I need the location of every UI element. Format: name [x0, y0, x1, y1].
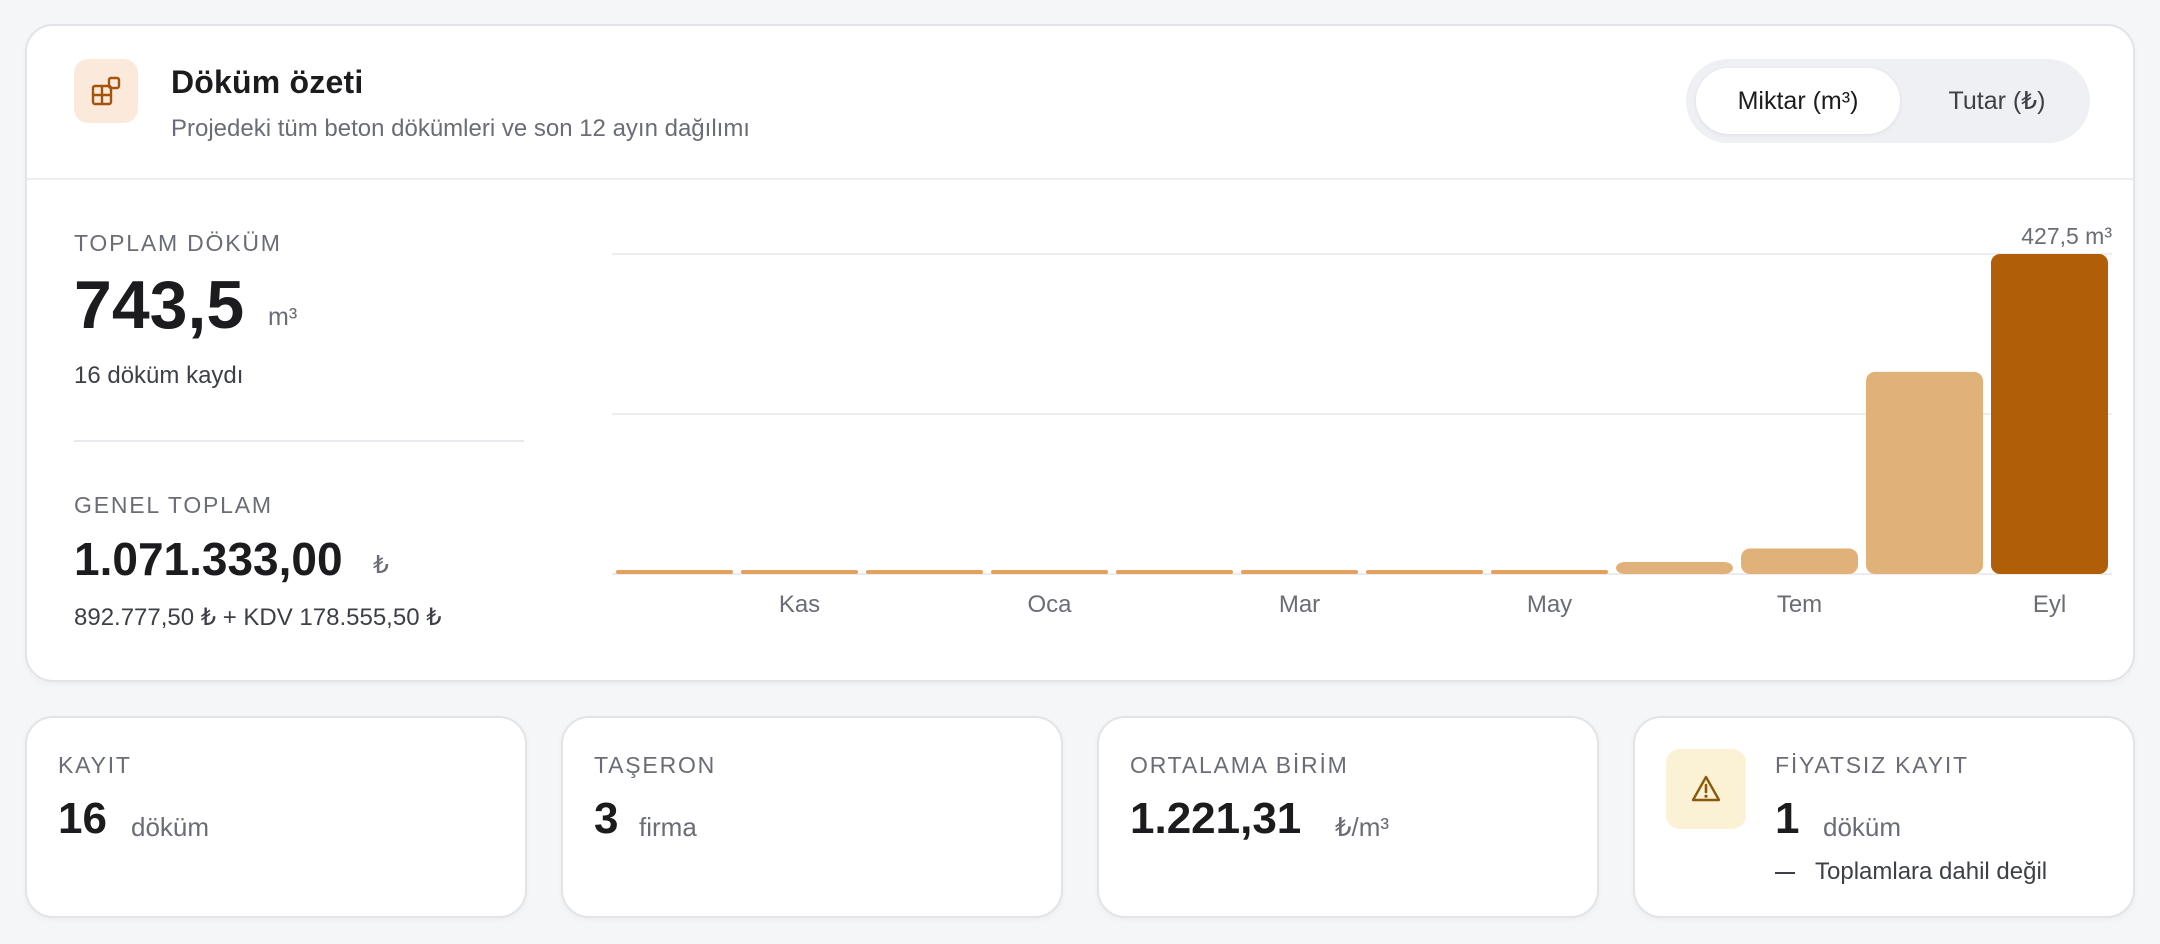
chart-bar: [866, 570, 983, 574]
chart-bar: [1991, 254, 2108, 574]
kpi-card-records: KAYIT 16 döküm: [25, 716, 527, 918]
chart-bar: [1116, 570, 1233, 574]
grand-total-unit: ₺: [373, 551, 389, 579]
grand-total-breakdown: 892.777,50 ₺ + KDV 178.555,50 ₺: [74, 604, 442, 631]
chart-tick-label: May: [1527, 591, 1572, 618]
chart-bar: [1616, 562, 1733, 574]
unpriced-note-text: Toplamlara dahil değil: [1815, 858, 2048, 885]
kpi-unit: döküm: [131, 812, 210, 842]
unit-toggle: Miktar (m³) Tutar (₺): [1686, 59, 2090, 143]
toggle-amount-button[interactable]: Tutar (₺): [1912, 68, 2082, 134]
chart-bar: [1491, 570, 1608, 574]
warning-icon: [1666, 749, 1746, 829]
chart-bar: [1866, 371, 1983, 574]
kpi-value: 16: [58, 794, 107, 843]
chart-tick-label: Mar: [1279, 591, 1320, 618]
kpi-card-unpriced: FİYATSIZ KAYIT 1 döküm Toplamlara dahil …: [1633, 716, 2135, 918]
total-pour-value: 743,5: [74, 267, 245, 343]
summary-subtitle: Projedeki tüm beton dökümleri ve son 12 …: [171, 115, 750, 142]
stats-divider: [74, 440, 524, 442]
total-pour-unit: m³: [268, 303, 298, 331]
chart-tick-label: Kas: [779, 591, 820, 618]
kpi-value: 1.221,31: [1130, 794, 1302, 843]
toggle-quantity-button[interactable]: Miktar (m³): [1696, 68, 1900, 134]
kpi-label: FİYATSIZ KAYIT: [1775, 752, 1969, 778]
kpi-label: TAŞERON: [594, 752, 717, 778]
grand-total-label: GENEL TOPLAM: [74, 492, 273, 518]
kpi-label: ORTALAMA BİRİM: [1130, 752, 1349, 778]
summary-card: Döküm özeti Projedeki tüm beton dökümler…: [25, 24, 2135, 682]
kpi-unit: firma: [639, 812, 697, 842]
kpi-value: 3: [594, 794, 619, 843]
kpi-value: 1: [1775, 794, 1800, 843]
chart-tick-label: Eyl: [2033, 591, 2066, 618]
kpi-card-average-unit: ORTALAMA BİRİM 1.221,31 ₺/m³: [1097, 716, 1599, 918]
chart-value-label: 427,5 m³: [2021, 223, 2112, 249]
chart-bar: [991, 570, 1108, 574]
chart-bar: [1741, 548, 1858, 574]
dash-icon: [1775, 871, 1795, 874]
chart-bar: [1241, 570, 1358, 574]
kpi-unit: ₺/m³: [1335, 812, 1390, 842]
chart-bar: [741, 570, 858, 574]
grand-total-value: 1.071.333,00: [74, 533, 343, 585]
chart-tick-label: Oca: [1027, 591, 1072, 618]
chart-bar: [616, 570, 733, 574]
blocks-icon: [74, 59, 138, 123]
kpi-unit: döküm: [1823, 812, 1902, 842]
chart-bar: [1366, 570, 1483, 574]
summary-title: Döküm özeti: [171, 64, 364, 100]
kpi-card-subcontractors: TAŞERON 3 firma: [561, 716, 1063, 918]
total-pour-label: TOPLAM DÖKÜM: [74, 230, 282, 256]
summary-header: Döküm özeti Projedeki tüm beton dökümler…: [27, 26, 2133, 180]
chart-tick-label: Tem: [1777, 591, 1822, 618]
total-pour-records: 16 döküm kaydı: [74, 362, 244, 389]
unpriced-note: Toplamlara dahil değil: [1775, 858, 2047, 886]
kpi-label: KAYIT: [58, 752, 132, 778]
monthly-pour-chart: 427,5 m³ Kas Oca Mar May Tem Eyl: [612, 223, 2112, 618]
